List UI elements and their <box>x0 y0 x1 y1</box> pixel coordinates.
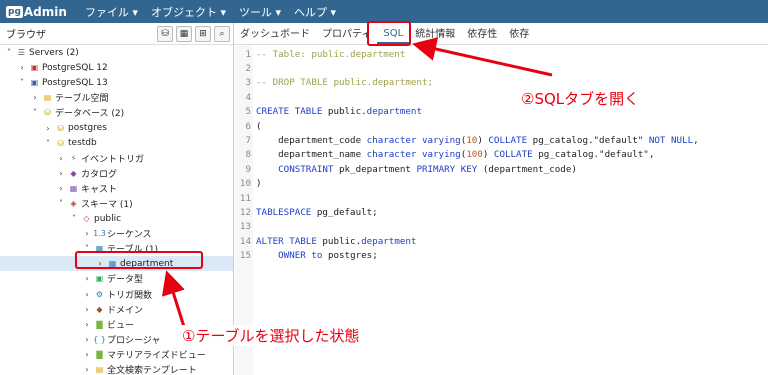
annotation-arrows <box>161 37 553 331</box>
select-annotation: ①テーブルを選択した状態 <box>180 325 362 346</box>
sql-tab-annotation: ②SQLタブを開く <box>521 90 640 108</box>
arrow-to-sql-tab <box>412 37 553 77</box>
arrow-to-department <box>161 270 187 331</box>
